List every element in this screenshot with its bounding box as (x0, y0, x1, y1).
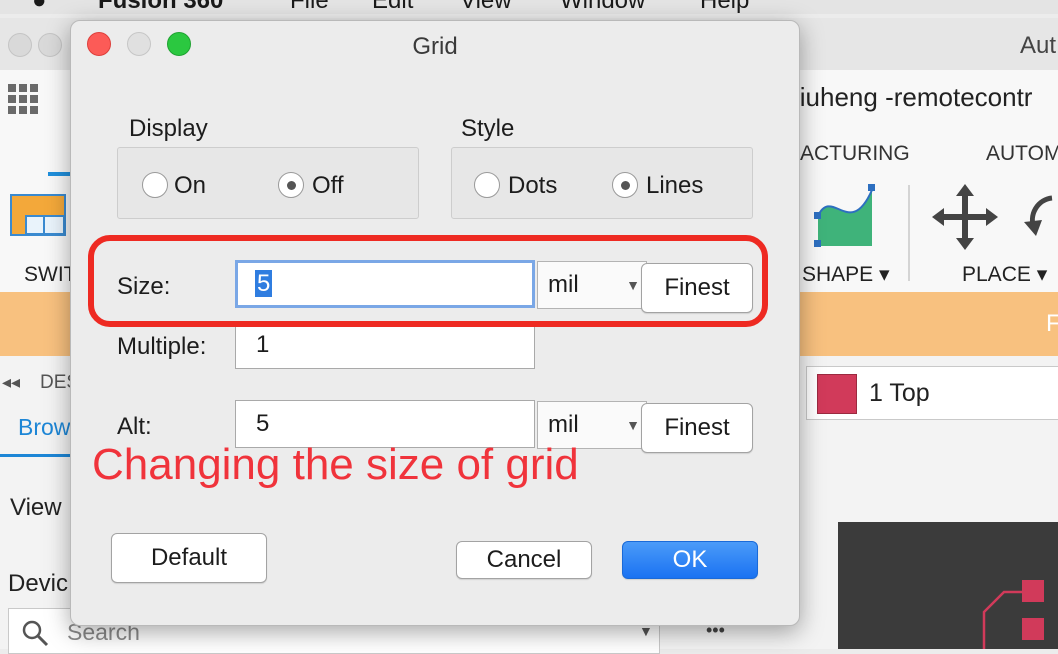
shape-icon[interactable] (810, 180, 882, 252)
ok-button[interactable]: OK (622, 541, 758, 579)
default-button[interactable]: Default (111, 533, 267, 583)
toolbar-group-automation: AUTOM (986, 142, 1058, 165)
size-row-highlight (88, 235, 768, 327)
multiple-input[interactable]: 1 (235, 321, 535, 369)
toolbar-divider (908, 185, 910, 281)
alt-unit-value: mil (548, 411, 579, 438)
apple-icon[interactable]: ● (32, 0, 47, 14)
search-icon (22, 620, 49, 647)
layer-label: 1 Top (869, 379, 930, 407)
menu-app-name[interactable]: Fusion 360 (98, 0, 223, 14)
bg-tab-indicator (48, 172, 70, 176)
switch-icon[interactable] (10, 194, 68, 238)
style-group: Dots Lines (451, 147, 753, 219)
dialog-title: Grid (412, 33, 458, 60)
move-arrows-icon[interactable] (932, 184, 998, 250)
style-dots-label[interactable]: Dots (508, 172, 557, 200)
display-off-label[interactable]: Off (312, 172, 344, 200)
annotation-text: Changing the size of grid (92, 440, 579, 489)
style-lines-radio[interactable] (612, 172, 638, 198)
display-on-label[interactable]: On (174, 172, 206, 200)
os-menubar: ● Fusion 360 File Edit View Window Help (0, 0, 1058, 14)
alt-label: Alt: (117, 413, 152, 440)
toolbar-group-manufacturing: ACTURING (800, 142, 910, 165)
browse-tab-underline (0, 454, 70, 457)
layer-select[interactable]: 1 Top (806, 366, 1058, 420)
view-label: View (10, 494, 62, 521)
apps-grid-icon[interactable] (8, 84, 38, 114)
shape-tool-label[interactable]: SHAPE ▾ (802, 262, 890, 287)
alt-unit-arrow-icon: ▼ (626, 417, 640, 433)
style-label: Style (461, 115, 515, 142)
menu-view[interactable]: View (460, 0, 512, 14)
browse-tab[interactable]: Brow (18, 414, 70, 441)
display-on-radio[interactable] (142, 172, 168, 198)
bg-window-title: Aut (1020, 32, 1057, 59)
pcb-canvas[interactable] (838, 522, 1058, 649)
style-lines-label[interactable]: Lines (646, 172, 703, 200)
alt-finest-button[interactable]: Finest (641, 403, 753, 453)
bg-minimize-icon[interactable] (38, 33, 62, 57)
place-tool-label[interactable]: PLACE ▾ (962, 262, 1047, 287)
menu-edit[interactable]: Edit (372, 0, 413, 14)
cancel-button[interactable]: Cancel (456, 541, 592, 579)
menu-help[interactable]: Help (700, 0, 749, 14)
collapse-icon[interactable]: ◂◂ (2, 372, 20, 393)
style-dots-radio[interactable] (474, 172, 500, 198)
device-label: Devic (8, 570, 69, 597)
rotate-icon[interactable] (1022, 188, 1058, 248)
multiple-label: Multiple: (117, 333, 207, 360)
display-off-radio[interactable] (278, 172, 304, 198)
menu-file[interactable]: File (290, 0, 329, 14)
pcb-trace-fragment (982, 580, 1044, 649)
document-name: liuheng -remotecontr (794, 82, 1033, 112)
layer-color-swatch (817, 374, 857, 414)
menu-window[interactable]: Window (560, 0, 645, 14)
switch-label[interactable]: SWIT (24, 263, 77, 287)
bg-close-icon[interactable] (8, 33, 32, 57)
display-group: On Off (117, 147, 419, 219)
orange-bar-text: F (1046, 310, 1058, 337)
display-label: Display (129, 115, 208, 142)
